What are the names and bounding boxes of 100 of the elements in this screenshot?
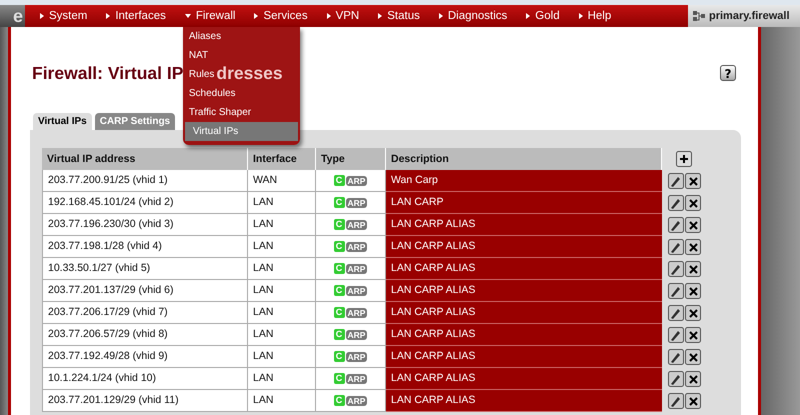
description-cell: LAN CARP ALIAS: [386, 346, 662, 368]
nav-menu-item[interactable]: Interfaces: [106, 5, 166, 27]
table-cell: 203.77.206.57/29 (vhid 8): [42, 324, 248, 346]
dropdown-item[interactable]: Aliases: [186, 27, 224, 46]
type-tag: ARP: [346, 176, 368, 186]
table-cell: LAN: [248, 214, 316, 236]
type-tag: ARP: [346, 396, 368, 406]
edit-icon[interactable]: [668, 283, 684, 299]
type-tag: ARP: [346, 264, 368, 274]
table-cell: 203.77.196.230/30 (vhid 3): [42, 214, 248, 236]
page-title: Firewall: Virtual IP: [32, 62, 184, 84]
edit-icon[interactable]: [668, 305, 684, 321]
carp-mark: C: [334, 351, 345, 362]
table-cell: LAN: [248, 302, 316, 324]
nav-menu-item[interactable]: Gold: [526, 5, 560, 27]
edit-icon[interactable]: [668, 327, 684, 343]
table-cell: 192.168.45.101/24 (vhid 2): [42, 192, 248, 214]
delete-icon[interactable]: [684, 173, 700, 189]
nav-menu-item[interactable]: VPN: [326, 5, 360, 27]
nav-menu-item[interactable]: System: [40, 5, 88, 27]
dropdown-item[interactable]: NAT: [186, 46, 210, 65]
carp-mark: C: [334, 263, 345, 274]
type-tag: ARP: [346, 198, 368, 208]
logo-text: e: [0, 5, 25, 27]
carp-mark: C: [334, 329, 345, 340]
table-cell: 203.77.201.129/29 (vhid 11): [42, 390, 248, 412]
delete-icon[interactable]: [684, 261, 700, 277]
table-cell: WAN: [248, 170, 316, 192]
edit-icon[interactable]: [668, 371, 684, 387]
page-title: dresses: [216, 62, 283, 84]
type-tag: ARP: [346, 374, 368, 384]
type-tag: ARP: [346, 330, 368, 340]
carp-mark: C: [334, 197, 345, 208]
edit-icon[interactable]: [668, 173, 684, 189]
column-header: Description: [386, 148, 662, 170]
table-cell: LAN: [248, 390, 316, 412]
type-tag: ARP: [346, 352, 368, 362]
table-cell: LAN: [248, 236, 316, 258]
nav-menu-item[interactable]: Firewall: [184, 5, 236, 27]
tab[interactable]: Virtual IPs: [33, 113, 92, 130]
description-cell: LAN CARP ALIAS: [386, 324, 662, 346]
table-cell: 203.77.200.91/25 (vhid 1): [42, 170, 248, 192]
edit-icon[interactable]: [668, 349, 684, 365]
table-cell: 10.33.50.1/27 (vhid 5): [42, 258, 248, 280]
description-cell: LAN CARP ALIAS: [386, 302, 662, 324]
delete-icon[interactable]: [684, 195, 700, 211]
table-cell: 203.77.201.137/29 (vhid 6): [42, 280, 248, 302]
delete-icon[interactable]: [684, 217, 700, 233]
type-tag: ARP: [346, 242, 368, 252]
edit-icon[interactable]: [668, 393, 684, 409]
delete-icon[interactable]: [684, 371, 700, 387]
description-cell: LAN CARP ALIAS: [386, 368, 662, 390]
table-cell: LAN: [248, 258, 316, 280]
dropdown-item[interactable]: Traffic Shaper: [186, 103, 254, 122]
delete-icon[interactable]: [684, 327, 700, 343]
nav-menu-item[interactable]: Help: [578, 5, 612, 27]
carp-mark: C: [334, 307, 345, 318]
edit-icon[interactable]: [668, 239, 684, 255]
table-cell: LAN: [248, 346, 316, 368]
delete-icon[interactable]: [684, 239, 700, 255]
column-header: Type: [316, 148, 386, 170]
column-header: Interface: [248, 148, 316, 170]
table-cell: 203.77.192.49/28 (vhid 9): [42, 346, 248, 368]
host-name: primary.firewall: [709, 10, 790, 22]
dropdown-item[interactable]: Rules: [186, 65, 216, 84]
type-tag: ARP: [346, 308, 368, 318]
description-cell: LAN CARP ALIAS: [386, 258, 662, 280]
dropdown-item[interactable]: Schedules: [186, 84, 238, 103]
help-button[interactable]: ?: [720, 65, 736, 81]
description-cell: LAN CARP ALIAS: [386, 214, 662, 236]
delete-icon[interactable]: [684, 393, 700, 409]
description-cell: LAN CARP: [386, 192, 662, 214]
edit-icon[interactable]: [668, 195, 684, 211]
table-cell: LAN: [248, 324, 316, 346]
edit-icon[interactable]: [668, 217, 684, 233]
delete-icon[interactable]: [684, 283, 700, 299]
nav-menu-item[interactable]: Diagnostics: [438, 5, 508, 27]
nav-menu-item[interactable]: Status: [378, 5, 420, 27]
type-tag: ARP: [346, 220, 368, 230]
tab[interactable]: CARP Settings: [94, 113, 176, 130]
description-cell: LAN CARP ALIAS: [386, 390, 662, 412]
table-cell: LAN: [248, 368, 316, 390]
carp-mark: C: [334, 395, 345, 406]
edit-icon[interactable]: [668, 261, 684, 277]
table-cell: 10.1.224.1/24 (vhid 10): [42, 368, 248, 390]
nav-menu-item[interactable]: Services: [254, 5, 308, 27]
delete-icon[interactable]: [684, 305, 700, 321]
description-cell: LAN CARP ALIAS: [386, 236, 662, 258]
carp-mark: C: [334, 219, 345, 230]
description-cell: LAN CARP ALIAS: [386, 280, 662, 302]
carp-mark: C: [334, 373, 345, 384]
carp-mark: C: [334, 241, 345, 252]
dropdown-item[interactable]: Virtual IPs: [184, 122, 298, 141]
table-cell: LAN: [248, 280, 316, 302]
column-header: Virtual IP address: [42, 148, 248, 170]
table-cell: LAN: [248, 192, 316, 214]
type-tag: ARP: [346, 286, 368, 296]
delete-icon[interactable]: [684, 349, 700, 365]
carp-mark: C: [334, 285, 345, 296]
add-icon[interactable]: [676, 151, 692, 167]
